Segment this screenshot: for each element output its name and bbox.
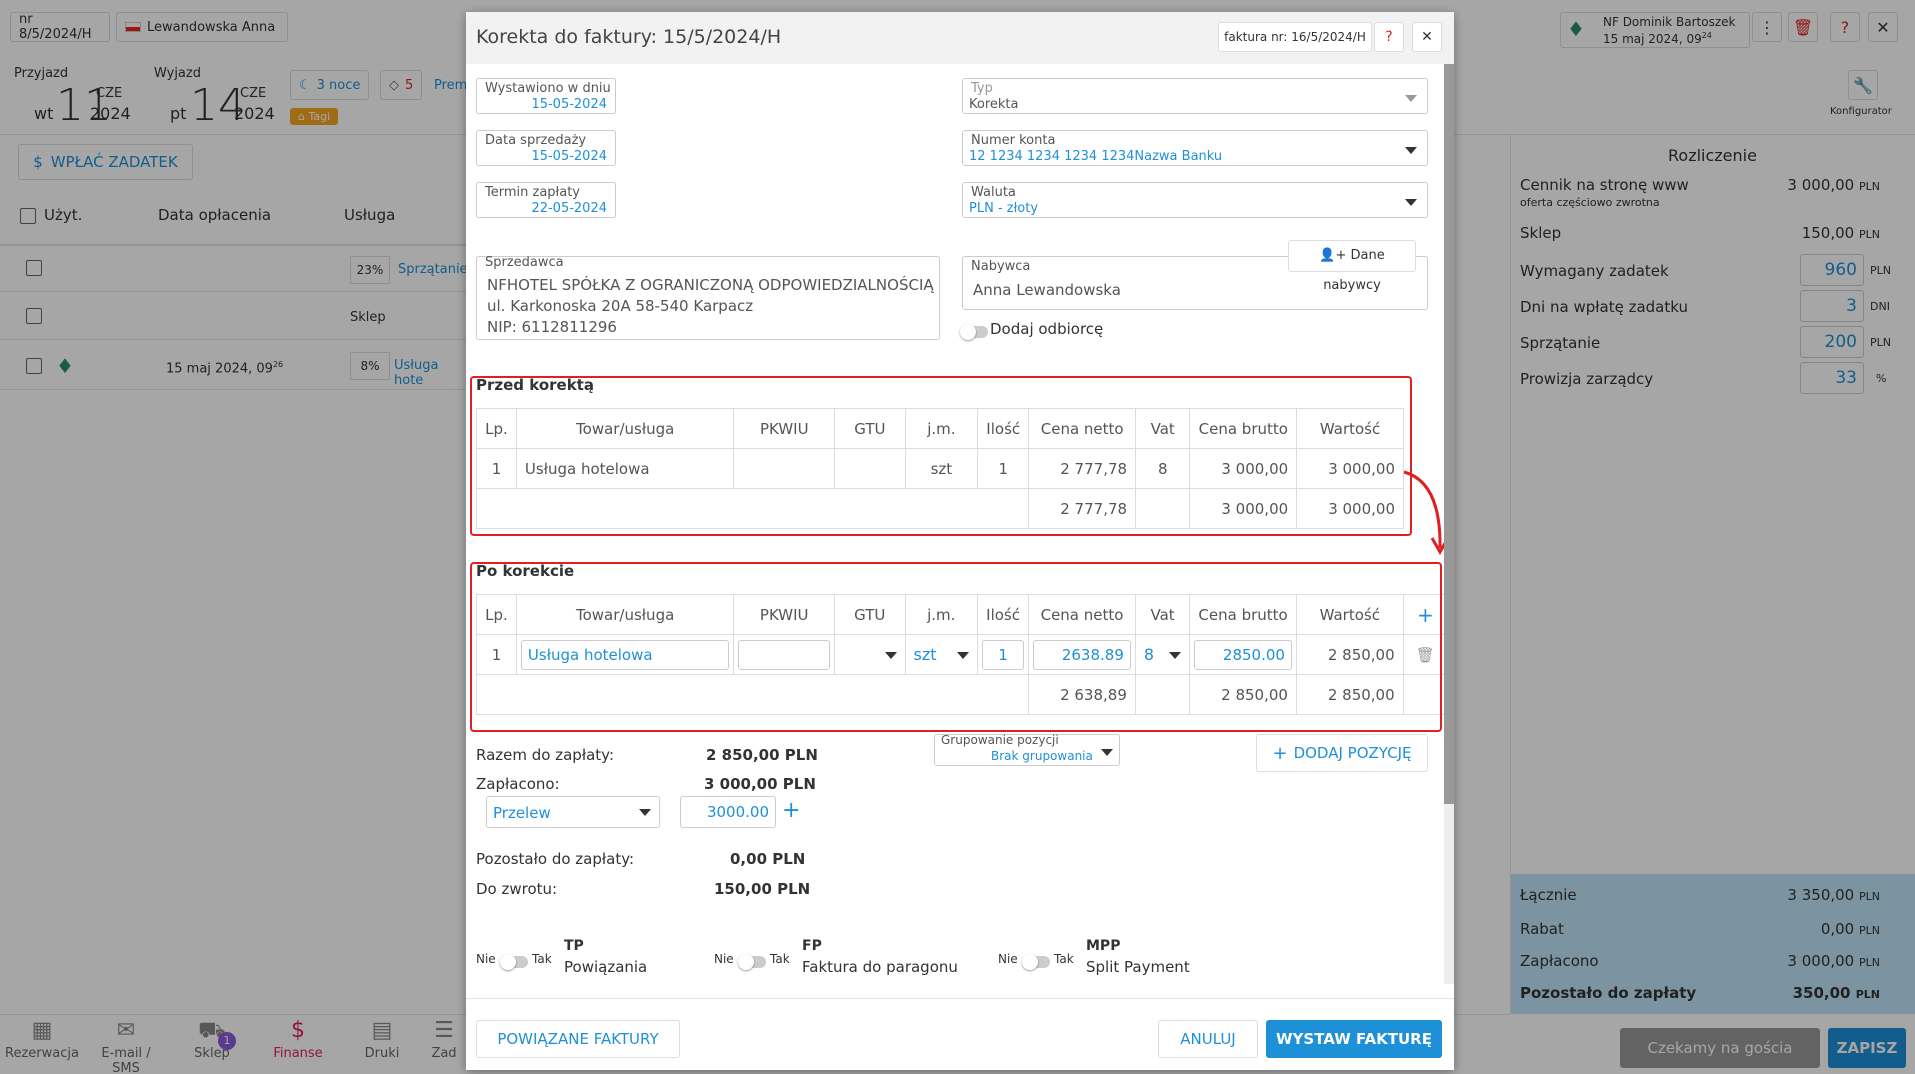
- add-recipient-label: Dodaj odbiorcę: [990, 320, 1104, 338]
- fp-toggle[interactable]: [738, 954, 766, 970]
- currency-select[interactable]: Waluta PLN - złoty: [962, 182, 1428, 218]
- refund-label: Do zwrotu:: [476, 880, 558, 898]
- modal-scrollbar-thumb[interactable]: [1444, 64, 1454, 804]
- grouping-value: Brak grupowania: [991, 749, 1093, 763]
- after-highlight-box: [470, 562, 1442, 732]
- paid-value: 3 000,00 PLN: [704, 775, 816, 793]
- modal-header: Korekta do faktury: 15/5/2024/H faktura …: [466, 12, 1454, 64]
- tp-toggle[interactable]: [500, 954, 528, 970]
- total-due-value: 2 850,00 PLN: [706, 746, 818, 764]
- grouping-label: Grupowanie pozycji: [941, 733, 1059, 747]
- buyer-label: Nabywca: [971, 259, 1031, 274]
- account-select[interactable]: Numer konta 12 1234 1234 1234 1234Nazwa …: [962, 130, 1428, 166]
- mpp-toggle[interactable]: [1022, 954, 1050, 970]
- toggle-no-label: Nie: [714, 952, 734, 966]
- account-value: 12 1234 1234 1234 1234Nazwa Banku: [969, 149, 1223, 164]
- issue-invoice-button[interactable]: WYSTAW FAKTURĘ: [1266, 1020, 1442, 1058]
- footer-divider: [466, 998, 1454, 999]
- type-value: Korekta: [969, 97, 1019, 112]
- seller-line: NIP: 6112811296: [487, 318, 617, 336]
- before-highlight-box: [470, 376, 1412, 536]
- type-label: Typ: [971, 81, 993, 96]
- due-label: Termin zapłaty: [485, 185, 580, 200]
- toggle-no-label: Nie: [998, 952, 1018, 966]
- payment-amount-input[interactable]: 3000.00: [680, 796, 776, 828]
- add-recipient-toggle[interactable]: [960, 324, 988, 340]
- mpp-label: Split Payment: [1086, 958, 1190, 976]
- currency-label: Waluta: [971, 185, 1016, 200]
- total-due-label: Razem do zapłaty:: [476, 746, 614, 764]
- add-payment-icon[interactable]: +: [782, 798, 800, 823]
- invoice-ref-chip[interactable]: faktura nr: 16/5/2024/H: [1218, 22, 1372, 52]
- plus-icon: +: [1272, 742, 1288, 764]
- sale-value: 15-05-2024: [531, 149, 607, 164]
- add-user-icon: 👤+: [1319, 248, 1351, 263]
- fp-code: FP: [802, 938, 822, 954]
- chevron-down-icon: [1405, 199, 1417, 206]
- add-position-label: DODAJ POZYCJĘ: [1293, 744, 1412, 762]
- fp-label: Faktura do paragonu: [802, 958, 958, 976]
- issued-label: Wystawiono w dniu: [485, 81, 611, 96]
- toggle-yes-label: Tak: [532, 952, 552, 966]
- seller-line: NFHOTEL SPÓŁKA Z OGRANICZONĄ ODPOWIEDZIA…: [487, 276, 934, 294]
- modal-title: Korekta do faktury: 15/5/2024/H: [476, 26, 782, 48]
- seller-label: Sprzedawca: [485, 255, 564, 270]
- refund-value: 150,00 PLN: [714, 880, 811, 898]
- due-value: 22-05-2024: [531, 201, 607, 216]
- tp-label: Powiązania: [564, 958, 648, 976]
- add-position-button[interactable]: + DODAJ POZYCJĘ: [1256, 734, 1428, 772]
- buyer-data-button[interactable]: 👤+ Dane nabywcy: [1288, 240, 1416, 293]
- mpp-code: MPP: [1086, 938, 1121, 954]
- type-select[interactable]: Typ Korekta: [962, 78, 1428, 114]
- seller-details: NFHOTEL SPÓŁKA Z OGRANICZONĄ ODPOWIEDZIA…: [487, 275, 934, 338]
- correction-invoice-modal: Korekta do faktury: 15/5/2024/H faktura …: [466, 12, 1454, 1070]
- sale-date-field[interactable]: Data sprzedaży 15-05-2024: [476, 130, 616, 166]
- payment-method-value: Przelew: [493, 804, 551, 822]
- paid-label: Zapłacono:: [476, 775, 560, 793]
- issued-value: 15-05-2024: [531, 97, 607, 112]
- remaining-value: 0,00 PLN: [730, 850, 806, 868]
- buyer-value: Anna Lewandowska: [973, 281, 1121, 299]
- currency-value: PLN - złoty: [969, 201, 1039, 216]
- seller-line: ul. Karkonoska 20A 58-540 Karpacz: [487, 297, 754, 315]
- grouping-select[interactable]: Grupowanie pozycji Brak grupowania: [934, 733, 1120, 766]
- help-icon[interactable]: ?: [1374, 22, 1404, 52]
- toggle-yes-label: Tak: [1054, 952, 1074, 966]
- cancel-button[interactable]: ANULUJ: [1158, 1020, 1258, 1058]
- payment-method-select[interactable]: Przelew: [486, 796, 660, 828]
- seller-box: Sprzedawca NFHOTEL SPÓŁKA Z OGRANICZONĄ …: [476, 255, 940, 340]
- remaining-label: Pozostało do zapłaty:: [476, 850, 635, 868]
- chevron-down-icon: [1101, 749, 1113, 756]
- chevron-down-icon: [639, 809, 651, 816]
- close-icon[interactable]: ✕: [1412, 22, 1442, 52]
- sale-label: Data sprzedaży: [485, 133, 587, 148]
- toggle-no-label: Nie: [476, 952, 496, 966]
- chevron-down-icon: [1405, 95, 1417, 102]
- due-date-field[interactable]: Termin zapłaty 22-05-2024: [476, 182, 616, 218]
- related-invoices-button[interactable]: POWIĄZANE FAKTURY: [476, 1020, 680, 1058]
- account-label: Numer konta: [971, 133, 1056, 148]
- tp-code: TP: [564, 938, 584, 954]
- toggle-yes-label: Tak: [770, 952, 790, 966]
- chevron-down-icon: [1405, 147, 1417, 154]
- issued-date-field[interactable]: Wystawiono w dniu 15-05-2024: [476, 78, 616, 114]
